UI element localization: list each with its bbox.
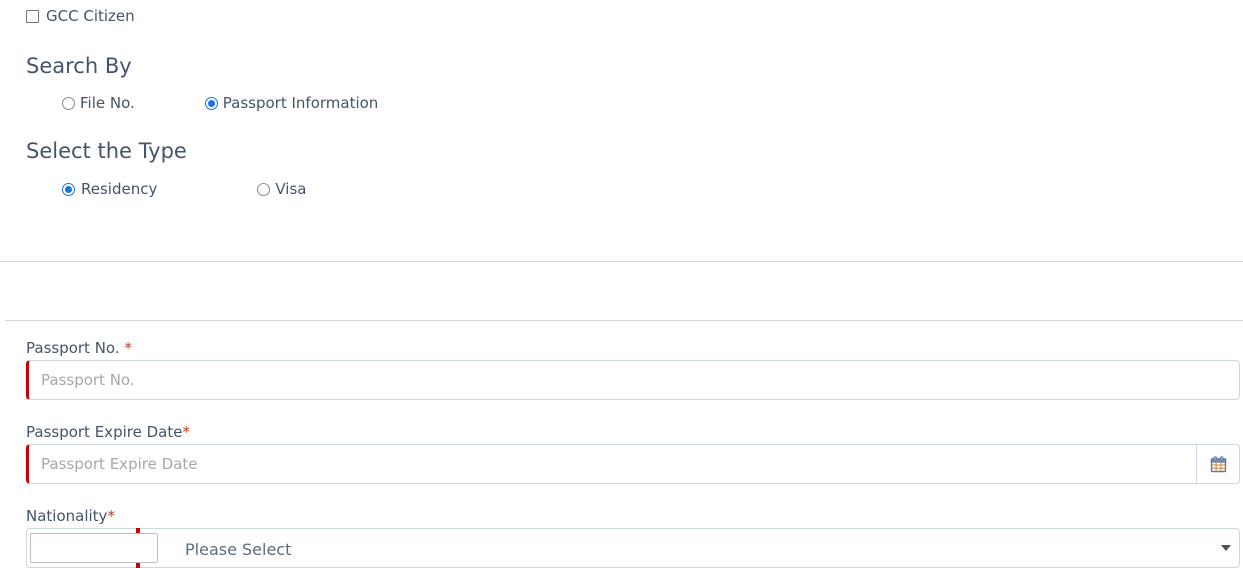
nationality-filter-input[interactable]	[30, 533, 158, 563]
select-type-radio-group: Residency Visa	[62, 180, 306, 198]
radio-selected-icon[interactable]	[204, 96, 218, 110]
passport-no-label: Passport No. *	[26, 339, 132, 357]
radio-residency-label: Residency	[81, 180, 158, 198]
radio-residency[interactable]: Residency	[62, 180, 157, 198]
required-asterisk: *	[182, 423, 190, 441]
radio-passport-information-label: Passport Information	[222, 94, 379, 112]
radio-unselected-icon[interactable]	[62, 96, 75, 110]
radio-visa-label: Visa	[275, 180, 307, 198]
section-divider-top	[0, 261, 1243, 262]
passport-expire-date-label-text: Passport Expire Date	[26, 423, 183, 441]
caret-down-icon[interactable]	[1221, 545, 1231, 551]
checkbox-unchecked-icon[interactable]	[26, 9, 39, 23]
passport-expire-date-input[interactable]: Passport Expire Date	[26, 444, 1196, 484]
passport-no-input[interactable]: Passport No.	[26, 360, 1240, 400]
radio-selected-icon[interactable]	[62, 182, 75, 196]
passport-expire-date-label: Passport Expire Date*	[26, 423, 190, 441]
required-asterisk: *	[124, 339, 132, 357]
nationality-selected-value: Please Select	[185, 540, 292, 559]
search-by-heading: Search By	[26, 54, 132, 78]
nationality-label-text: Nationality	[26, 507, 108, 525]
radio-passport-information[interactable]: Passport Information	[204, 94, 379, 112]
calendar-picker-button[interactable]	[1196, 444, 1240, 484]
required-asterisk: *	[107, 507, 115, 525]
radio-file-no-label: File No.	[80, 94, 135, 112]
radio-file-no[interactable]: File No.	[62, 94, 135, 112]
calendar-icon	[1210, 455, 1226, 472]
passport-expire-date-placeholder: Passport Expire Date	[41, 455, 198, 473]
passport-no-label-text: Passport No.	[26, 339, 125, 357]
nationality-label: Nationality*	[26, 507, 115, 525]
section-divider-bottom	[5, 320, 1243, 321]
passport-no-placeholder: Passport No.	[41, 371, 135, 389]
gcc-citizen-label: GCC Citizen	[46, 7, 135, 25]
radio-unselected-icon[interactable]	[257, 182, 271, 196]
select-type-heading: Select the Type	[26, 139, 187, 163]
gcc-citizen-row[interactable]: GCC Citizen	[26, 7, 135, 25]
radio-visa[interactable]: Visa	[257, 180, 306, 198]
search-by-radio-group: File No. Passport Information	[62, 94, 378, 112]
